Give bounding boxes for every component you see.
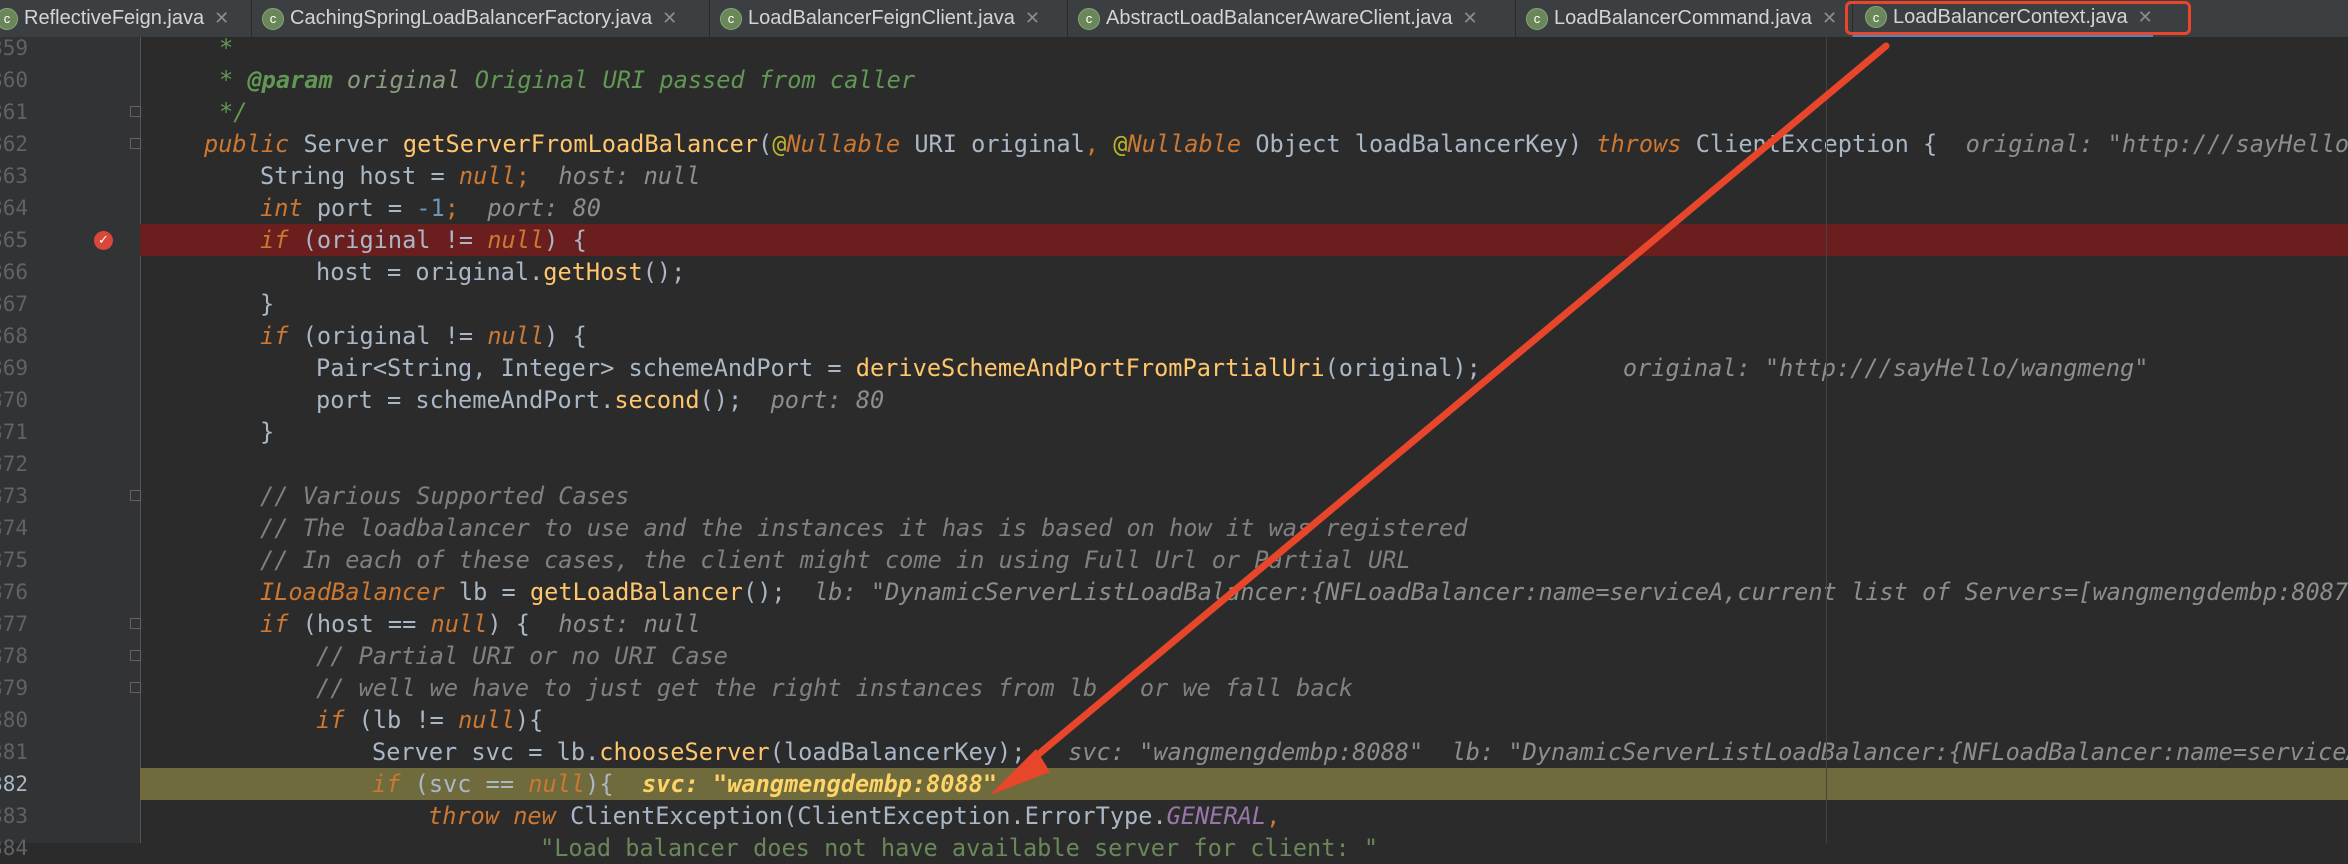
- class-icon: c: [1078, 7, 1100, 30]
- line-number: 371: [0, 420, 28, 444]
- code-line: 360 * @param original Original URI passe…: [0, 64, 2348, 96]
- debug-inline-value: original: "http:///sayHello/wa: [1965, 130, 2348, 158]
- line-number: 372: [0, 452, 28, 476]
- code-line: 367 }: [0, 288, 2348, 320]
- line-number: 381: [0, 740, 28, 764]
- line-number: 373: [0, 484, 28, 508]
- code-line: 374 // The loadbalancer to use and the i…: [0, 512, 2348, 544]
- code-line: 383 throw new ClientException(ClientExce…: [0, 800, 2348, 832]
- line-number: 382: [0, 772, 28, 796]
- line-number: 362: [0, 132, 28, 156]
- code-line: 364 int port = -1; port: 80: [0, 192, 2348, 224]
- breakpoint-line: 365 ✓ if (original != null) {: [0, 224, 2348, 256]
- fold-marker[interactable]: [130, 650, 141, 661]
- line-number: 384: [0, 836, 28, 860]
- class-icon: c: [262, 7, 284, 30]
- fold-marker[interactable]: [130, 490, 141, 501]
- class-icon: c: [1526, 7, 1548, 30]
- line-number: 378: [0, 644, 28, 668]
- code-line: 375 // In each of these cases, the clien…: [0, 544, 2348, 576]
- code-editor[interactable]: 359 * 360 * @param original Original URI…: [0, 34, 2348, 862]
- tab-label: LoadBalancerFeignClient.java: [748, 7, 1015, 29]
- code-line: 369 Pair<String, Integer> schemeAndPort …: [0, 352, 2348, 384]
- close-icon[interactable]: ✕: [1463, 8, 1478, 29]
- code-line: 362 public Server getServerFromLoadBalan…: [0, 128, 2348, 160]
- right-margin-guide: [1826, 37, 1827, 843]
- line-number: 365: [0, 228, 28, 252]
- tab-label: CachingSpringLoadBalancerFactory.java: [290, 7, 653, 29]
- fold-marker[interactable]: [130, 618, 141, 629]
- execution-point-line: 382 if (svc == null){ svc: "wangmengdemb…: [0, 768, 2348, 800]
- debug-inline-value: port: 80: [487, 194, 601, 222]
- line-number: 376: [0, 580, 28, 604]
- code-line: 381 Server svc = lb.chooseServer(loadBal…: [0, 736, 2348, 768]
- fold-marker[interactable]: [130, 106, 141, 117]
- code-line: 361 */: [0, 96, 2348, 128]
- code-line: 376 ILoadBalancer lb = getLoadBalancer()…: [0, 576, 2348, 608]
- line-number: 361: [0, 100, 28, 124]
- active-tab-highlight-box: [1845, 1, 2191, 35]
- debug-inline-value: port: 80: [770, 386, 885, 414]
- breakpoint-icon[interactable]: ✓: [94, 231, 113, 250]
- line-number: 377: [0, 612, 28, 636]
- code-line: 379 // well we have to just get the righ…: [0, 672, 2348, 704]
- line-number: 369: [0, 356, 28, 380]
- close-icon[interactable]: ✕: [214, 8, 229, 29]
- line-number: 370: [0, 388, 28, 412]
- line-number: 383: [0, 804, 28, 828]
- close-icon[interactable]: ✕: [662, 8, 677, 29]
- line-number: 359: [0, 36, 28, 60]
- close-icon[interactable]: ✕: [1822, 8, 1837, 29]
- code-line: 366 host = original.getHost();: [0, 256, 2348, 288]
- code-line: 368 if (original != null) {: [0, 320, 2348, 352]
- debug-inline-value: original: "http:///sayHello/wangmeng": [1622, 354, 2149, 382]
- code-line: 363 String host = null; host: null: [0, 160, 2348, 192]
- code-line: 370 port = schemeAndPort.second(); port:…: [0, 384, 2348, 416]
- code-line: 372: [0, 448, 2348, 480]
- close-icon[interactable]: ✕: [1025, 8, 1040, 29]
- line-number: 367: [0, 292, 28, 316]
- debug-inline-value: host: null: [558, 162, 701, 190]
- class-icon: c: [720, 7, 742, 30]
- code-line: 384 "Load balancer does not have availab…: [0, 832, 2348, 864]
- debug-inline-value: host: null: [558, 610, 701, 638]
- line-number: 380: [0, 708, 28, 732]
- line-number: 364: [0, 196, 28, 220]
- line-number: 363: [0, 164, 28, 188]
- line-number: 366: [0, 260, 28, 284]
- debug-inline-value: svc: "wangmengdembp:8088": [641, 770, 998, 798]
- line-number: 375: [0, 548, 28, 572]
- line-number: 374: [0, 516, 28, 540]
- code-line: 373 // Various Supported Cases: [0, 480, 2348, 512]
- code-line: 378 // Partial URI or no URI Case: [0, 640, 2348, 672]
- code-line: 377 if (host == null) { host: null: [0, 608, 2348, 640]
- debug-inline-value: lb: "DynamicServerListLoadBalancer:{NFLo…: [814, 578, 2348, 606]
- code-line: 371 }: [0, 416, 2348, 448]
- tab-label: ReflectiveFeign.java: [24, 7, 205, 29]
- line-number: 368: [0, 324, 28, 348]
- line-number: 379: [0, 676, 28, 700]
- debug-inline-value: svc: "wangmengdembp:8088" lb: "DynamicSe…: [1068, 738, 2348, 766]
- code-line: 380 if (lb != null){: [0, 704, 2348, 736]
- line-number: 360: [0, 68, 28, 92]
- code-line: 359 *: [0, 32, 2348, 64]
- class-icon: c: [0, 7, 18, 30]
- fold-marker[interactable]: [130, 138, 141, 149]
- fold-marker[interactable]: [130, 682, 141, 693]
- tab-label: LoadBalancerCommand.java: [1554, 7, 1812, 29]
- tab-label: AbstractLoadBalancerAwareClient.java: [1106, 7, 1453, 29]
